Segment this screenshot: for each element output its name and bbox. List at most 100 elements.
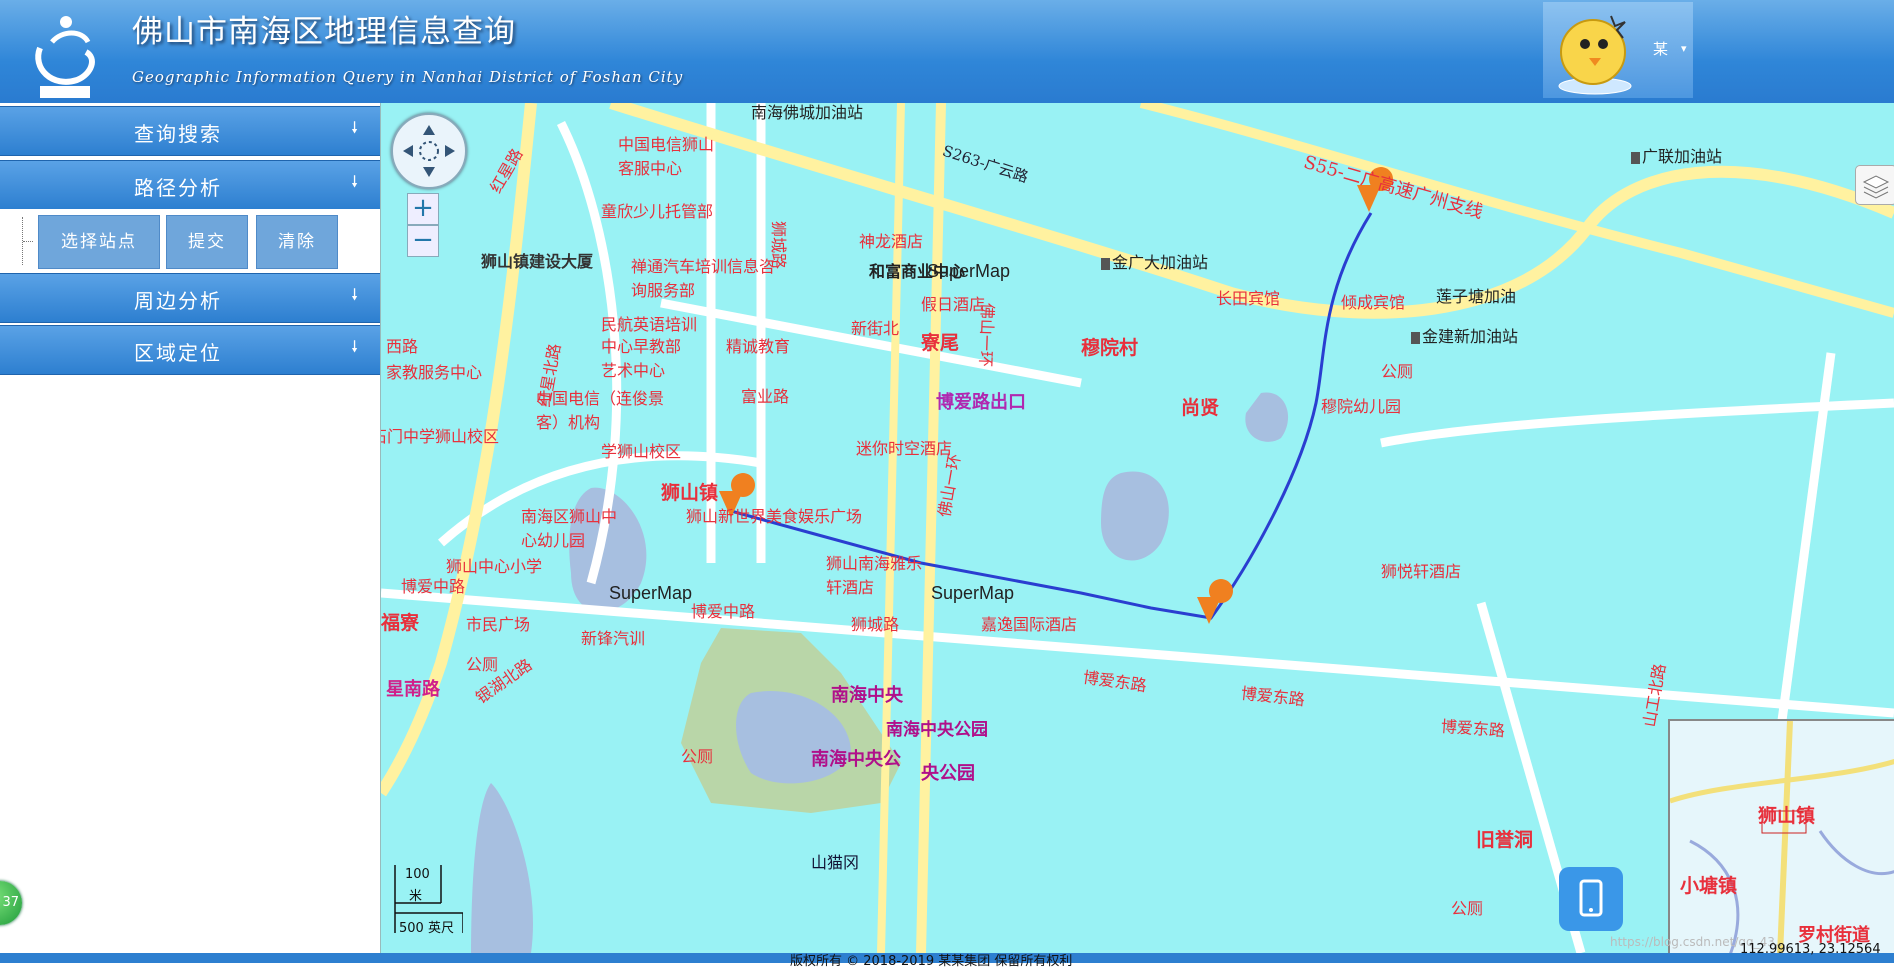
user-name[interactable]: 某 <box>1653 38 1668 59</box>
accordion-region-locate[interactable]: 区域定位 🠗 <box>0 325 380 375</box>
overview-map-base <box>1670 721 1894 953</box>
zoom-in-button[interactable]: + <box>407 193 439 225</box>
map-label: 星南路 <box>386 679 440 700</box>
map-label: 公厕 <box>681 747 714 766</box>
app-title: 佛山市南海区地理信息查询 <box>132 14 516 50</box>
map-label: 南海中央公园 <box>886 720 988 740</box>
pan-control[interactable] <box>391 113 467 189</box>
scale-feet: 500 英尺 <box>399 921 454 936</box>
submit-button[interactable]: 提交 <box>166 215 248 269</box>
map-label: 新街北 <box>851 319 900 338</box>
map-label: 穆院村 <box>1081 337 1139 359</box>
lake <box>1101 471 1169 561</box>
map-label: 长田宾馆 <box>1216 289 1281 308</box>
copyright-text: 版权所有 © 2018-2019 某某集团 保留所有权利 <box>790 954 1073 969</box>
map-label: 狮悦轩酒店 <box>1381 562 1462 581</box>
scale-bar: 100 米 500 英尺 <box>393 863 463 936</box>
accordion-route-analysis[interactable]: 路径分析 🠗 <box>0 160 380 210</box>
map-label: 童欣少儿托管部 <box>601 202 714 221</box>
arrow-down-icon: 🠗 <box>351 172 360 191</box>
mobile-view-button[interactable] <box>1559 867 1623 931</box>
counter-badge[interactable]: 37 <box>0 881 22 925</box>
app-header: 佛山市南海区地理信息查询 Geographic Information Quer… <box>0 0 1894 103</box>
phone-icon <box>1579 879 1603 917</box>
map-label: 尚贤 <box>1181 397 1220 419</box>
map-label: 金广大加油站 <box>1101 249 1208 273</box>
map-label: 中国电信狮山客服中心 <box>618 135 715 178</box>
map-label: 寮尾 <box>921 332 960 354</box>
map-watermark-label: SuperMap <box>931 583 1015 603</box>
scale-unit: 米 <box>409 889 423 904</box>
map-label: 艺术中心 <box>601 361 666 380</box>
accordion-query-search[interactable]: 查询搜索 🠗 <box>0 106 380 156</box>
map-label: 南海中央 <box>831 685 903 706</box>
zoom-out-button[interactable]: − <box>407 225 439 257</box>
layers-icon <box>1862 175 1890 199</box>
map-label: 博爱路出口 <box>936 392 1026 413</box>
lake <box>1245 392 1289 442</box>
badge-count: 37 <box>2 895 19 910</box>
user-menu[interactable]: 某 ▾ <box>1543 2 1693 98</box>
map-label: 广联加油站 <box>1631 143 1722 167</box>
map-view[interactable]: + − 南海佛城加油站 S263-广云路 S55-二广高速广州支线 广联加油站 … <box>381 103 1894 953</box>
avatar <box>1558 15 1632 95</box>
accordion-label: 路径分析 <box>134 176 222 200</box>
coordinate-readout: 112.99613, 23.12564 <box>1740 942 1881 957</box>
pan-arrows-icon <box>403 125 455 177</box>
select-station-button[interactable]: 选择站点 <box>38 215 160 269</box>
map-watermark-label: SuperMap <box>609 583 693 603</box>
map-watermark-label: SuperMap <box>927 261 1011 281</box>
map-label: 狮山南海雅乐轩酒店 <box>826 554 923 597</box>
map-label: 狮山镇建设大厦 <box>481 252 594 271</box>
map-label: 家教服务中心 <box>386 363 483 382</box>
map-label: 佛山一环 <box>975 302 998 368</box>
overview-map[interactable]: 狮山镇 小塘镇 罗村街道 <box>1668 719 1894 953</box>
foshan-logo <box>35 16 95 98</box>
map-label: 石门中学狮山校区 <box>381 427 500 446</box>
map-label: 精诚教育 <box>726 337 791 356</box>
map-label: 禅通汽车培训信息咨询服务部 <box>631 257 776 300</box>
accordion-nearby-analysis[interactable]: 周边分析 🠗 <box>0 273 380 323</box>
accordion-label: 周边分析 <box>134 289 222 313</box>
arrow-down-icon: 🠗 <box>351 118 360 137</box>
arrow-down-icon: 🠗 <box>351 285 360 304</box>
map-label: 莲子塘加油 <box>1436 287 1517 306</box>
chevron-down-icon[interactable]: ▾ <box>1681 42 1687 55</box>
map-label: 倾成宾馆 <box>1341 293 1406 312</box>
map-label: 南海佛城加油站 <box>751 103 864 122</box>
map-label: 嘉逸国际酒店 <box>981 615 1078 634</box>
map-label: 市民广场 <box>466 615 531 634</box>
lake <box>471 783 533 953</box>
map-label: 民航英语培训 <box>601 315 698 334</box>
map-label: 狮城路 <box>769 220 789 270</box>
map-label: 南海区狮山中心幼儿园 <box>521 507 618 550</box>
map-label: 假日酒店 <box>921 295 986 314</box>
map-label: 神龙酒店 <box>859 232 924 251</box>
map-label: 央公园 <box>921 763 975 784</box>
map-label: 金建新加油站 <box>1411 323 1518 347</box>
accordion-label: 查询搜索 <box>134 122 222 146</box>
highway-ring <box>916 103 946 953</box>
map-label: 福寮 <box>381 612 420 634</box>
map-label: 中心早教部 <box>601 337 682 356</box>
gas-station-icon <box>1631 151 1640 164</box>
overview-label: 狮山镇 <box>1758 805 1816 827</box>
map-label: 山猫冈 <box>811 853 860 872</box>
overview-label: 小塘镇 <box>1680 875 1738 897</box>
map-label: 狮山镇 <box>661 482 719 504</box>
map-label: 迷你时空酒店 <box>856 439 953 458</box>
app-subtitle: Geographic Information Query in Nanhai D… <box>132 68 684 86</box>
layer-switcher-button[interactable] <box>1855 165 1894 205</box>
gas-station-icon <box>1101 257 1110 270</box>
map-label: 狮城路 <box>851 615 900 634</box>
gas-station-icon <box>1411 331 1420 344</box>
map-label: 富业路 <box>741 387 790 406</box>
map-label: 公厕 <box>1381 362 1414 381</box>
map-label: 博爱东路 <box>1440 716 1506 741</box>
clear-button[interactable]: 清除 <box>256 215 338 269</box>
map-label: 博爱中路 <box>691 602 756 621</box>
map-label: 博爱中路 <box>401 577 466 596</box>
route-analysis-panel: 选择站点 提交 清除 <box>0 209 380 273</box>
arrow-down-icon: 🠗 <box>351 337 360 356</box>
map-label: 新锋汽训 <box>581 629 646 648</box>
